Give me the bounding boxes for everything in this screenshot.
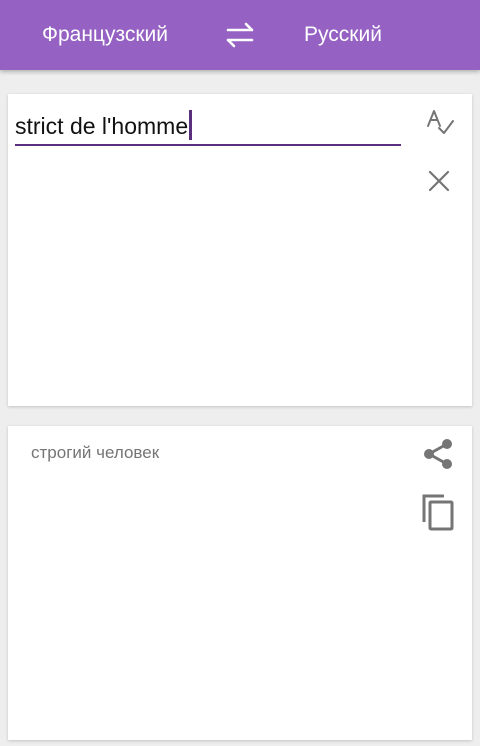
input-card: strict de l'homme — [8, 94, 472, 406]
swap-arrows-icon[interactable] — [222, 20, 258, 50]
source-language-button[interactable]: Французский — [42, 22, 168, 48]
target-language-button[interactable]: Русский — [304, 22, 382, 48]
copy-icon[interactable] — [420, 492, 456, 532]
close-icon[interactable] — [428, 170, 450, 192]
output-card: строгий человек — [8, 426, 472, 740]
source-text-input[interactable]: strict de l'homme — [15, 110, 401, 146]
text-caret — [189, 110, 193, 140]
top-bar: Французский Русский — [0, 0, 480, 70]
translation-text: строгий человек — [31, 443, 160, 462]
source-text: strict de l'homme — [15, 113, 189, 139]
share-icon[interactable] — [420, 436, 456, 472]
spellcheck-icon[interactable] — [424, 108, 456, 138]
